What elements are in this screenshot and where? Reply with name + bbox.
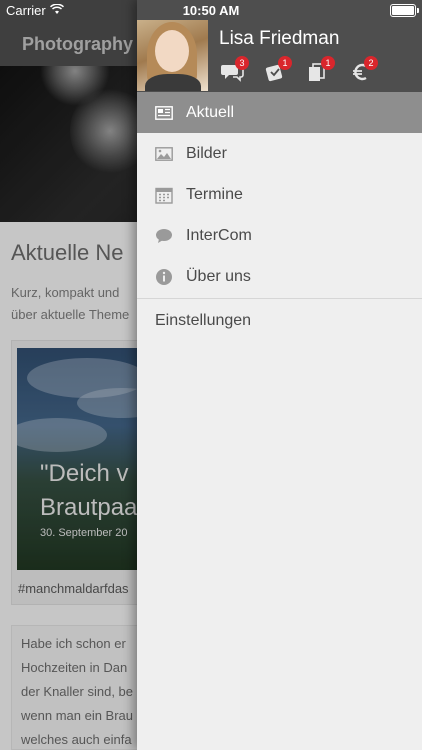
menu-item-ueber-uns[interactable]: Über uns bbox=[137, 256, 422, 297]
status-bar: Carrier 10:50 AM bbox=[0, 0, 422, 22]
status-time: 10:50 AM bbox=[182, 3, 240, 18]
menu-item-bilder[interactable]: Bilder bbox=[137, 133, 422, 174]
settings-item[interactable]: Einstellungen bbox=[137, 300, 422, 342]
ticket-badge: 1 bbox=[278, 56, 292, 70]
menu-item-label: InterCom bbox=[186, 226, 252, 244]
page-dim-overlay[interactable] bbox=[0, 0, 137, 750]
info-icon bbox=[155, 268, 173, 286]
menu-item-termine[interactable]: Termine bbox=[137, 174, 422, 215]
image-icon bbox=[155, 145, 173, 163]
menu-divider bbox=[137, 298, 422, 299]
user-name: Lisa Friedman bbox=[219, 28, 340, 49]
ticket-icon[interactable]: 1 bbox=[264, 56, 307, 84]
side-drawer: Lisa Friedman 3 1 1 2 Aktuell Bilder Ter… bbox=[137, 0, 422, 750]
newspaper-icon bbox=[155, 104, 173, 122]
calendar-icon bbox=[155, 186, 173, 204]
menu-item-intercom[interactable]: InterCom bbox=[137, 215, 422, 256]
battery-icon bbox=[390, 4, 419, 17]
menu-item-label: Bilder bbox=[186, 144, 227, 162]
menu-item-label: Termine bbox=[186, 185, 243, 203]
menu-item-aktuell[interactable]: Aktuell bbox=[137, 92, 422, 133]
documents-badge: 1 bbox=[321, 56, 335, 70]
menu-item-label: Aktuell bbox=[186, 103, 235, 121]
chat-badge: 3 bbox=[235, 56, 249, 70]
euro-badge: 2 bbox=[364, 56, 378, 70]
chat-bubbles-icon[interactable]: 3 bbox=[221, 56, 264, 84]
header-icon-row: 3 1 1 2 bbox=[221, 56, 393, 84]
drawer-menu: Aktuell Bilder Termine InterCom Über uns bbox=[137, 92, 422, 299]
euro-icon[interactable]: 2 bbox=[350, 56, 393, 84]
menu-item-label: Über uns bbox=[186, 267, 251, 285]
documents-icon[interactable]: 1 bbox=[307, 56, 350, 84]
speech-bubble-icon bbox=[155, 227, 173, 245]
avatar[interactable] bbox=[137, 20, 208, 91]
